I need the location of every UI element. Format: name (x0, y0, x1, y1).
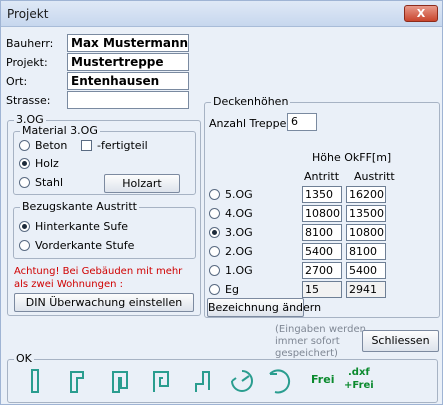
antritt-header: Antritt (304, 170, 340, 183)
holzart-button[interactable]: Holzart (104, 174, 180, 193)
antritt-eg: 15 (302, 281, 342, 298)
antritt-5og[interactable]: 1350 (302, 186, 342, 203)
beton-label: Beton (35, 139, 68, 152)
floor-radio-eg[interactable] (209, 284, 220, 295)
holz-radio[interactable] (19, 158, 30, 169)
austritt-header: Austritt (354, 170, 395, 183)
fertigteil-checkbox[interactable] (81, 140, 92, 151)
floor-label-5og: 5.OG (225, 188, 253, 201)
z-stair-icon[interactable] (191, 368, 215, 394)
bezugskante-group-title: Bezugskante Austritt (20, 200, 139, 213)
window-title: Projekt (7, 7, 49, 21)
project-window: Projekt X Bauherr: Max Mustermann Projek… (0, 0, 443, 405)
austritt-4og[interactable]: 13500 (346, 205, 386, 222)
stahl-label: Stahl (35, 176, 64, 189)
frei-button[interactable]: Frei (311, 373, 334, 386)
projekt-label: Projekt: (6, 56, 48, 69)
u-stair-icon[interactable] (107, 368, 131, 394)
floor-radio-1og[interactable] (209, 265, 220, 276)
floor-radio-5og[interactable] (209, 189, 220, 200)
bauherr-field[interactable]: Max Mustermann (67, 34, 189, 52)
floor-radio-4og[interactable] (209, 208, 220, 219)
austritt-eg: 2941 (346, 281, 386, 298)
spiral-stair-icon[interactable] (229, 368, 255, 394)
strasse-field[interactable] (67, 91, 189, 109)
din-ueberwachung-button[interactable]: DIN Überwachung einstellen (14, 293, 194, 312)
anzahl-treppen-label: Anzahl Treppen (209, 117, 294, 130)
close-button[interactable]: X (404, 5, 438, 22)
floor-label-2og: 2.OG (225, 245, 253, 258)
din-warning-text: Achtung! Bei Gebäuden mit mehr als zwei … (14, 266, 183, 290)
austritt-5og[interactable]: 16200 (346, 186, 386, 203)
floor-label-1og: 1.OG (225, 264, 253, 277)
half-spiral-stair-icon[interactable] (265, 368, 291, 394)
floor-label-4og: 4.OG (225, 207, 253, 220)
straight-stair-icon[interactable] (23, 368, 47, 394)
projekt-field[interactable]: Mustertreppe (67, 53, 189, 71)
stahl-radio[interactable] (19, 177, 30, 188)
hoehe-okff-label: Höhe OkFF[m] (312, 151, 392, 164)
holz-label: Holz (35, 157, 59, 170)
vorderkante-label: Vorderkante Stufe (35, 239, 135, 252)
deckenhoehen-group-title: Deckenhöhen (211, 95, 291, 108)
fertigteil-label: -fertigteil (97, 139, 148, 152)
dxf-button[interactable]: .dxf (348, 367, 370, 378)
austritt-1og[interactable]: 5400 (346, 262, 386, 279)
austritt-2og[interactable]: 8100 (346, 243, 386, 260)
floor-radio-2og[interactable] (209, 246, 220, 257)
ort-field[interactable]: Entenhausen (67, 72, 189, 90)
strasse-label: Strasse: (6, 94, 51, 107)
hinterkante-label: Hinterkante Sufe (35, 220, 128, 233)
floor-radio-3og[interactable] (209, 227, 220, 238)
ort-label: Ort: (6, 75, 28, 88)
anzahl-treppen-field[interactable]: 6 (287, 113, 317, 131)
ok-group-title: OK (14, 352, 34, 365)
beton-radio[interactable] (19, 140, 30, 151)
dxf-frei-button[interactable]: +Frei (344, 380, 374, 391)
bauherr-label: Bauherr: (6, 37, 54, 50)
austritt-3og[interactable]: 10800 (346, 224, 386, 241)
bezeichnung-aendern-button[interactable]: Bezeichnung ändern (207, 298, 321, 317)
title-bar: Projekt X (1, 1, 442, 27)
antritt-4og[interactable]: 10800 (302, 205, 342, 222)
schliessen-button[interactable]: Schliessen (362, 330, 439, 352)
l-stair-icon[interactable] (65, 368, 89, 394)
antritt-3og[interactable]: 8100 (302, 224, 342, 241)
vorderkante-radio[interactable] (19, 240, 30, 251)
floor-label-3og: 3.OG (225, 226, 253, 239)
material-group-title: Material 3.OG (20, 124, 100, 137)
floor-label-eg: Eg (225, 283, 239, 296)
antritt-2og[interactable]: 5400 (302, 243, 342, 260)
square-turn-stair-icon[interactable] (149, 368, 173, 394)
hinterkante-radio[interactable] (19, 221, 30, 232)
antritt-1og[interactable]: 2700 (302, 262, 342, 279)
